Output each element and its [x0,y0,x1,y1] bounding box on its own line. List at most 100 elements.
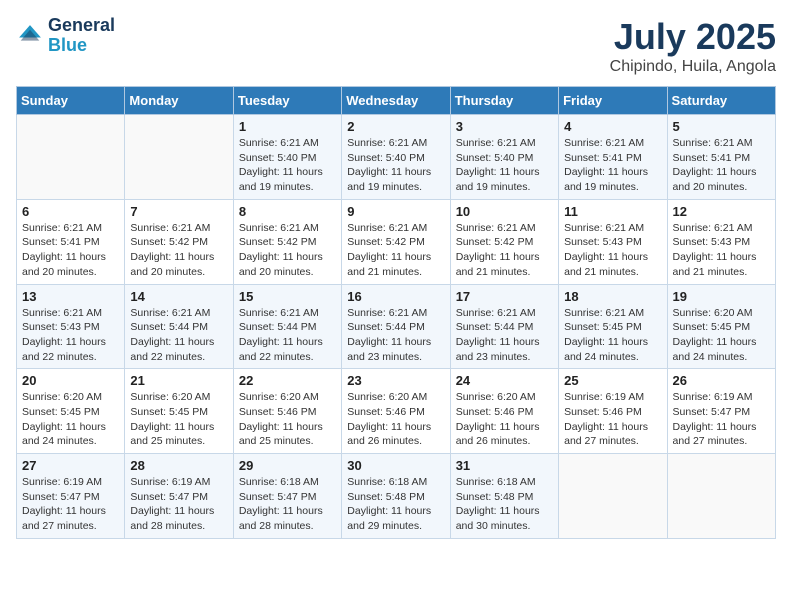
column-header-thursday: Thursday [450,87,558,115]
day-number: 26 [673,373,770,388]
day-number: 3 [456,119,553,134]
day-number: 10 [456,204,553,219]
day-number: 24 [456,373,553,388]
column-header-saturday: Saturday [667,87,775,115]
day-number: 8 [239,204,336,219]
calendar-cell: 26 Sunrise: 6:19 AM Sunset: 5:47 PM Dayli… [667,369,775,454]
day-number: 20 [22,373,119,388]
logo-line2: Blue [48,35,87,55]
day-number: 4 [564,119,661,134]
day-number: 21 [130,373,227,388]
day-info: Sunrise: 6:21 AM Sunset: 5:44 PM Dayligh… [130,306,227,365]
day-number: 13 [22,289,119,304]
logo-line1: General [48,16,115,36]
day-number: 14 [130,289,227,304]
calendar-cell: 5 Sunrise: 6:21 AM Sunset: 5:41 PM Daylig… [667,115,775,200]
calendar-cell: 16Sunrise: 6:21 AM Sunset: 5:44 PM Dayli… [342,284,450,369]
calendar-cell [125,115,233,200]
day-number: 18 [564,289,661,304]
day-info: Sunrise: 6:20 AM Sunset: 5:45 PM Dayligh… [673,306,770,365]
day-info: Sunrise: 6:19 AM Sunset: 5:47 PM Dayligh… [130,475,227,534]
day-info: Sunrise: 6:20 AM Sunset: 5:46 PM Dayligh… [239,390,336,449]
calendar-cell [17,115,125,200]
calendar-cell: 23Sunrise: 6:20 AM Sunset: 5:46 PM Dayli… [342,369,450,454]
column-header-sunday: Sunday [17,87,125,115]
day-info: Sunrise: 6:21 AM Sunset: 5:44 PM Dayligh… [456,306,553,365]
day-number: 31 [456,458,553,473]
day-info: Sunrise: 6:19 AM Sunset: 5:47 PM Dayligh… [22,475,119,534]
calendar-cell: 1 Sunrise: 6:21 AM Sunset: 5:40 PM Daylig… [233,115,341,200]
day-number: 25 [564,373,661,388]
title-block: July 2025 Chipindo, Huila, Angola [610,16,776,76]
day-number: 30 [347,458,444,473]
day-info: Sunrise: 6:21 AM Sunset: 5:42 PM Dayligh… [239,221,336,280]
calendar-cell: 8 Sunrise: 6:21 AM Sunset: 5:42 PM Daylig… [233,199,341,284]
day-info: Sunrise: 6:19 AM Sunset: 5:46 PM Dayligh… [564,390,661,449]
location-title: Chipindo, Huila, Angola [610,58,776,76]
day-info: Sunrise: 6:21 AM Sunset: 5:43 PM Dayligh… [564,221,661,280]
day-info: Sunrise: 6:21 AM Sunset: 5:43 PM Dayligh… [22,306,119,365]
calendar-cell: 18Sunrise: 6:21 AM Sunset: 5:45 PM Dayli… [559,284,667,369]
day-info: Sunrise: 6:21 AM Sunset: 5:42 PM Dayligh… [347,221,444,280]
day-number: 19 [673,289,770,304]
calendar-cell: 10 Sunrise: 6:21 AM Sunset: 5:42 PM Dayli… [450,199,558,284]
day-info: Sunrise: 6:21 AM Sunset: 5:41 PM Dayligh… [22,221,119,280]
day-info: Sunrise: 6:21 AM Sunset: 5:41 PM Dayligh… [673,136,770,195]
calendar-cell: 12 Sunrise: 6:21 AM Sunset: 5:43 PM Dayli… [667,199,775,284]
calendar-cell: 27 Sunrise: 6:19 AM Sunset: 5:47 PM Dayli… [17,454,125,539]
calendar-cell: 24Sunrise: 6:20 AM Sunset: 5:46 PM Dayli… [450,369,558,454]
logo-icon [16,22,44,50]
day-info: Sunrise: 6:21 AM Sunset: 5:42 PM Dayligh… [456,221,553,280]
day-number: 15 [239,289,336,304]
day-info: Sunrise: 6:21 AM Sunset: 5:40 PM Dayligh… [239,136,336,195]
calendar-cell: 3 Sunrise: 6:21 AM Sunset: 5:40 PM Daylig… [450,115,558,200]
calendar-cell: 31 Sunrise: 6:18 AM Sunset: 5:48 PM Dayli… [450,454,558,539]
calendar-week-row: 1 Sunrise: 6:21 AM Sunset: 5:40 PM Daylig… [17,115,776,200]
calendar-cell: 2 Sunrise: 6:21 AM Sunset: 5:40 PM Daylig… [342,115,450,200]
column-header-friday: Friday [559,87,667,115]
calendar-cell: 22 Sunrise: 6:20 AM Sunset: 5:46 PM Dayli… [233,369,341,454]
page-header: General Blue July 2025 Chipindo, Huila, … [16,16,776,76]
month-title: July 2025 [610,16,776,58]
column-header-monday: Monday [125,87,233,115]
day-info: Sunrise: 6:21 AM Sunset: 5:43 PM Dayligh… [673,221,770,280]
calendar-cell: 14 Sunrise: 6:21 AM Sunset: 5:44 PM Dayli… [125,284,233,369]
day-info: Sunrise: 6:19 AM Sunset: 5:47 PM Dayligh… [673,390,770,449]
calendar-cell: 30Sunrise: 6:18 AM Sunset: 5:48 PM Dayli… [342,454,450,539]
day-number: 29 [239,458,336,473]
calendar-week-row: 13 Sunrise: 6:21 AM Sunset: 5:43 PM Dayli… [17,284,776,369]
calendar-cell: 17 Sunrise: 6:21 AM Sunset: 5:44 PM Dayli… [450,284,558,369]
day-number: 2 [347,119,444,134]
calendar-table: SundayMondayTuesdayWednesdayThursdayFrid… [16,86,776,539]
calendar-header-row: SundayMondayTuesdayWednesdayThursdayFrid… [17,87,776,115]
calendar-week-row: 6 Sunrise: 6:21 AM Sunset: 5:41 PM Daylig… [17,199,776,284]
logo-text: General Blue [48,16,115,56]
day-number: 16 [347,289,444,304]
day-number: 23 [347,373,444,388]
day-info: Sunrise: 6:21 AM Sunset: 5:40 PM Dayligh… [456,136,553,195]
day-number: 1 [239,119,336,134]
day-info: Sunrise: 6:21 AM Sunset: 5:41 PM Dayligh… [564,136,661,195]
calendar-cell: 25 Sunrise: 6:19 AM Sunset: 5:46 PM Dayli… [559,369,667,454]
calendar-cell: 19 Sunrise: 6:20 AM Sunset: 5:45 PM Dayli… [667,284,775,369]
logo: General Blue [16,16,115,56]
calendar-cell: 7 Sunrise: 6:21 AM Sunset: 5:42 PM Daylig… [125,199,233,284]
calendar-cell: 6 Sunrise: 6:21 AM Sunset: 5:41 PM Daylig… [17,199,125,284]
day-info: Sunrise: 6:20 AM Sunset: 5:45 PM Dayligh… [130,390,227,449]
day-number: 5 [673,119,770,134]
day-number: 6 [22,204,119,219]
day-info: Sunrise: 6:18 AM Sunset: 5:48 PM Dayligh… [456,475,553,534]
day-number: 12 [673,204,770,219]
calendar-cell: 15Sunrise: 6:21 AM Sunset: 5:44 PM Dayli… [233,284,341,369]
day-number: 7 [130,204,227,219]
calendar-cell: 4 Sunrise: 6:21 AM Sunset: 5:41 PM Daylig… [559,115,667,200]
day-info: Sunrise: 6:21 AM Sunset: 5:40 PM Dayligh… [347,136,444,195]
day-number: 17 [456,289,553,304]
calendar-week-row: 27 Sunrise: 6:19 AM Sunset: 5:47 PM Dayli… [17,454,776,539]
day-info: Sunrise: 6:18 AM Sunset: 5:47 PM Dayligh… [239,475,336,534]
day-info: Sunrise: 6:20 AM Sunset: 5:45 PM Dayligh… [22,390,119,449]
day-number: 22 [239,373,336,388]
day-number: 27 [22,458,119,473]
day-info: Sunrise: 6:21 AM Sunset: 5:42 PM Dayligh… [130,221,227,280]
calendar-cell: 28Sunrise: 6:19 AM Sunset: 5:47 PM Dayli… [125,454,233,539]
